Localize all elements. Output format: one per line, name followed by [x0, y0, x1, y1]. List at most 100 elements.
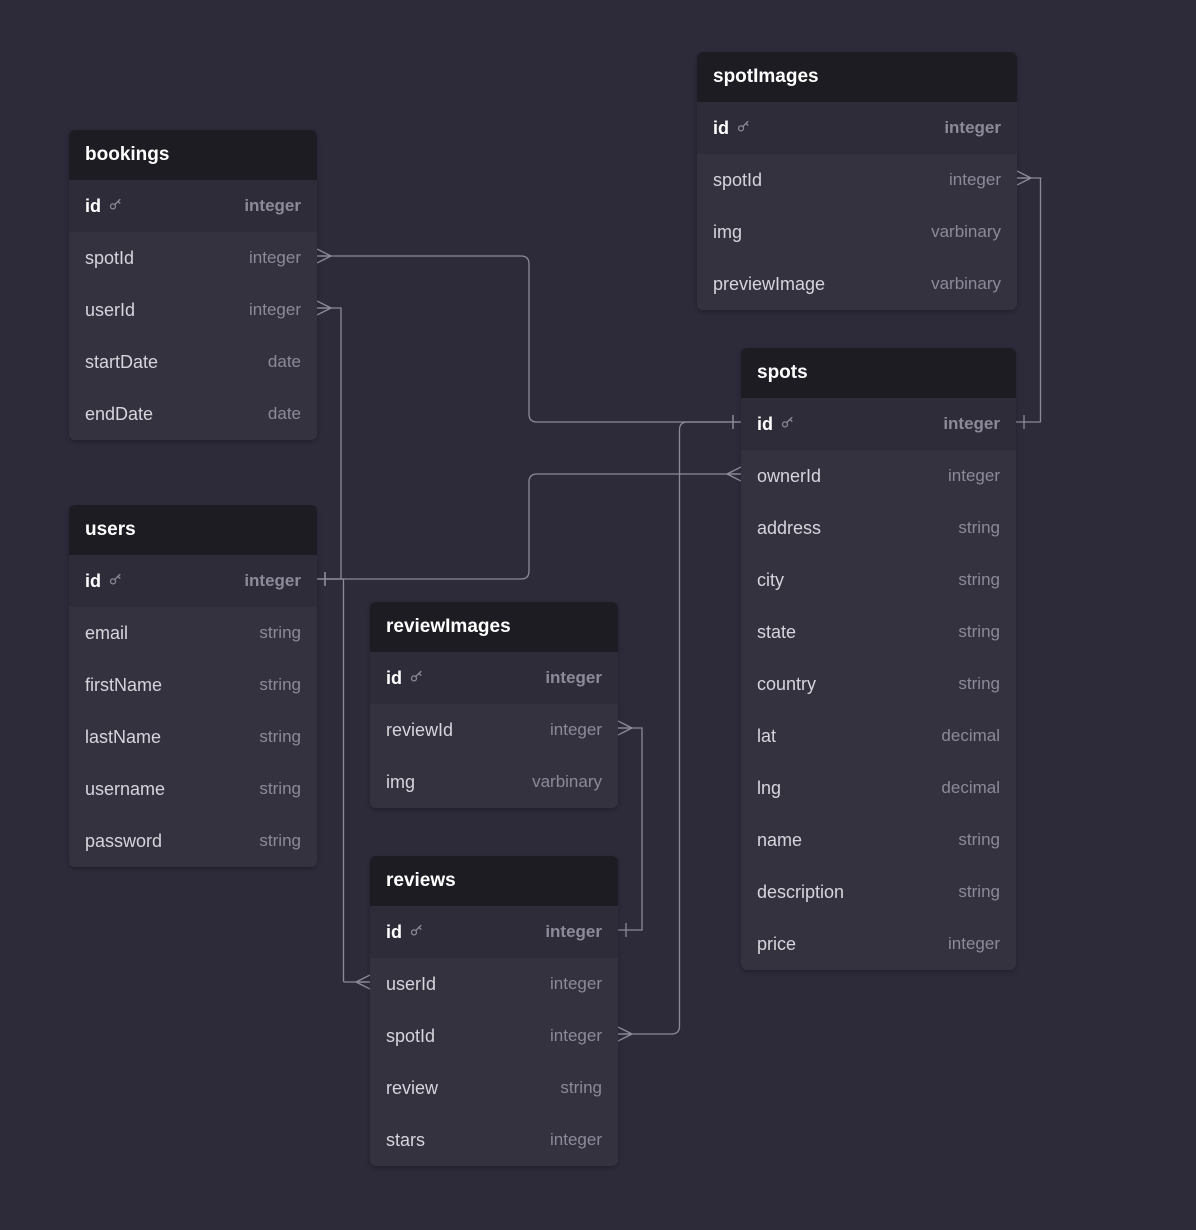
- column-type: date: [268, 352, 301, 372]
- column-name: stars: [386, 1130, 425, 1151]
- relation-spots-ownerId-to-users-id: [317, 467, 741, 586]
- primary-key-icon: [409, 668, 424, 689]
- table-spotImages[interactable]: spotImages id integer spotId integer img varbi…: [697, 52, 1017, 310]
- column-name: reviewId: [386, 720, 453, 741]
- column-name: previewImage: [713, 274, 825, 295]
- primary-key-icon: [780, 414, 795, 435]
- column-name: review: [386, 1078, 438, 1099]
- table-reviews-column-id: idinteger: [370, 906, 618, 958]
- column-name: spotId: [85, 248, 134, 269]
- column-name: ownerId: [757, 466, 821, 487]
- table-reviewImages[interactable]: reviewImagesidintegerreviewIdintegerimgv…: [370, 602, 618, 808]
- table-spots-header: spots: [741, 348, 1016, 398]
- column-type: integer: [948, 466, 1000, 486]
- table-reviewImages-column-img: imgvarbinary: [370, 756, 618, 808]
- table-users-column-password: passwordstring: [69, 815, 317, 867]
- table-reviews-column-stars: stars integer: [370, 1114, 618, 1166]
- relation-reviewImages-reviewId-to-reviews-id: [618, 721, 642, 937]
- table-bookings[interactable]: bookingsidintegerspotIdintegeruserIdinte…: [69, 130, 317, 440]
- column-name: lng: [757, 778, 781, 799]
- column-name: email: [85, 623, 128, 644]
- relation-reviews-userId-to-users-id: [317, 572, 370, 989]
- table-spots-column-description: descriptionstring: [741, 866, 1016, 918]
- relation-bookings-spotId-to-spots-id: [317, 249, 741, 429]
- column-name: username: [85, 779, 165, 800]
- column-name: password: [85, 831, 162, 852]
- table-spots[interactable]: spots id integer ownerId integer address strin…: [741, 348, 1016, 970]
- table-users[interactable]: usersidintegeremailstringfirstNamestring…: [69, 505, 317, 867]
- table-spots-column-state: state string: [741, 606, 1016, 658]
- column-type: integer: [550, 1026, 602, 1046]
- column-name: userId: [386, 974, 436, 995]
- table-users-column-lastName: lastName string: [69, 711, 317, 763]
- column-name: state: [757, 622, 796, 643]
- column-name: address: [757, 518, 821, 539]
- column-type: integer: [944, 118, 1001, 138]
- column-name: id: [757, 414, 795, 435]
- primary-key-icon: [108, 196, 123, 217]
- column-name: city: [757, 570, 784, 591]
- column-type: string: [958, 830, 1000, 850]
- column-name: img: [386, 772, 415, 793]
- column-name: img: [713, 222, 742, 243]
- column-name: country: [757, 674, 816, 695]
- column-type: varbinary: [931, 222, 1001, 242]
- table-spotImages-column-spotId: spotId integer: [697, 154, 1017, 206]
- column-name: id: [386, 922, 424, 943]
- table-users-column-firstName: firstNamestring: [69, 659, 317, 711]
- column-type: integer: [249, 300, 301, 320]
- table-users-column-email: emailstring: [69, 607, 317, 659]
- relation-reviews-spotId-to-spots-id: [618, 415, 741, 1041]
- column-type: string: [958, 518, 1000, 538]
- column-name: lat: [757, 726, 776, 747]
- column-type: string: [958, 570, 1000, 590]
- column-type: string: [958, 674, 1000, 694]
- column-type: string: [259, 675, 301, 695]
- column-name: name: [757, 830, 802, 851]
- table-reviews[interactable]: reviewsidintegeruserIdintegerspotIdinteg…: [370, 856, 618, 1166]
- table-spots-column-lat: lat decimal: [741, 710, 1016, 762]
- table-spots-column-country: country string: [741, 658, 1016, 710]
- column-type: integer: [244, 571, 301, 591]
- column-type: decimal: [941, 726, 1000, 746]
- column-type: integer: [943, 414, 1000, 434]
- table-spots-column-address: address string: [741, 502, 1016, 554]
- column-name: price: [757, 934, 796, 955]
- table-reviewImages-column-reviewId: reviewIdinteger: [370, 704, 618, 756]
- column-type: varbinary: [931, 274, 1001, 294]
- table-spots-column-id: id integer: [741, 398, 1016, 450]
- table-spots-column-price: price integer: [741, 918, 1016, 970]
- column-type: integer: [948, 934, 1000, 954]
- column-name: spotId: [713, 170, 762, 191]
- column-type: integer: [545, 668, 602, 688]
- column-name: endDate: [85, 404, 153, 425]
- column-type: date: [268, 404, 301, 424]
- table-users-header: users: [69, 505, 317, 555]
- column-type: string: [560, 1078, 602, 1098]
- column-type: integer: [550, 974, 602, 994]
- column-type: integer: [550, 1130, 602, 1150]
- table-bookings-column-startDate: startDate date: [69, 336, 317, 388]
- column-type: string: [259, 727, 301, 747]
- column-type: string: [259, 779, 301, 799]
- table-spots-column-lng: lngdecimal: [741, 762, 1016, 814]
- table-spotImages-column-id: id integer: [697, 102, 1017, 154]
- relation-spotImages-spotId-to-spots-id: [1016, 171, 1041, 429]
- column-type: string: [958, 622, 1000, 642]
- relation-bookings-userId-to-users-id: [317, 301, 341, 586]
- table-spots-column-city: city string: [741, 554, 1016, 606]
- table-bookings-column-endDate: endDate date: [69, 388, 317, 440]
- column-name: spotId: [386, 1026, 435, 1047]
- table-reviews-column-userId: userId integer: [370, 958, 618, 1010]
- column-name: id: [713, 118, 751, 139]
- table-spots-column-ownerId: ownerId integer: [741, 450, 1016, 502]
- column-name: description: [757, 882, 844, 903]
- column-type: integer: [249, 248, 301, 268]
- column-name: id: [386, 668, 424, 689]
- table-reviews-header: reviews: [370, 856, 618, 906]
- column-type: integer: [949, 170, 1001, 190]
- table-spotImages-header: spotImages: [697, 52, 1017, 102]
- column-name: lastName: [85, 727, 161, 748]
- column-name: startDate: [85, 352, 158, 373]
- primary-key-icon: [108, 571, 123, 592]
